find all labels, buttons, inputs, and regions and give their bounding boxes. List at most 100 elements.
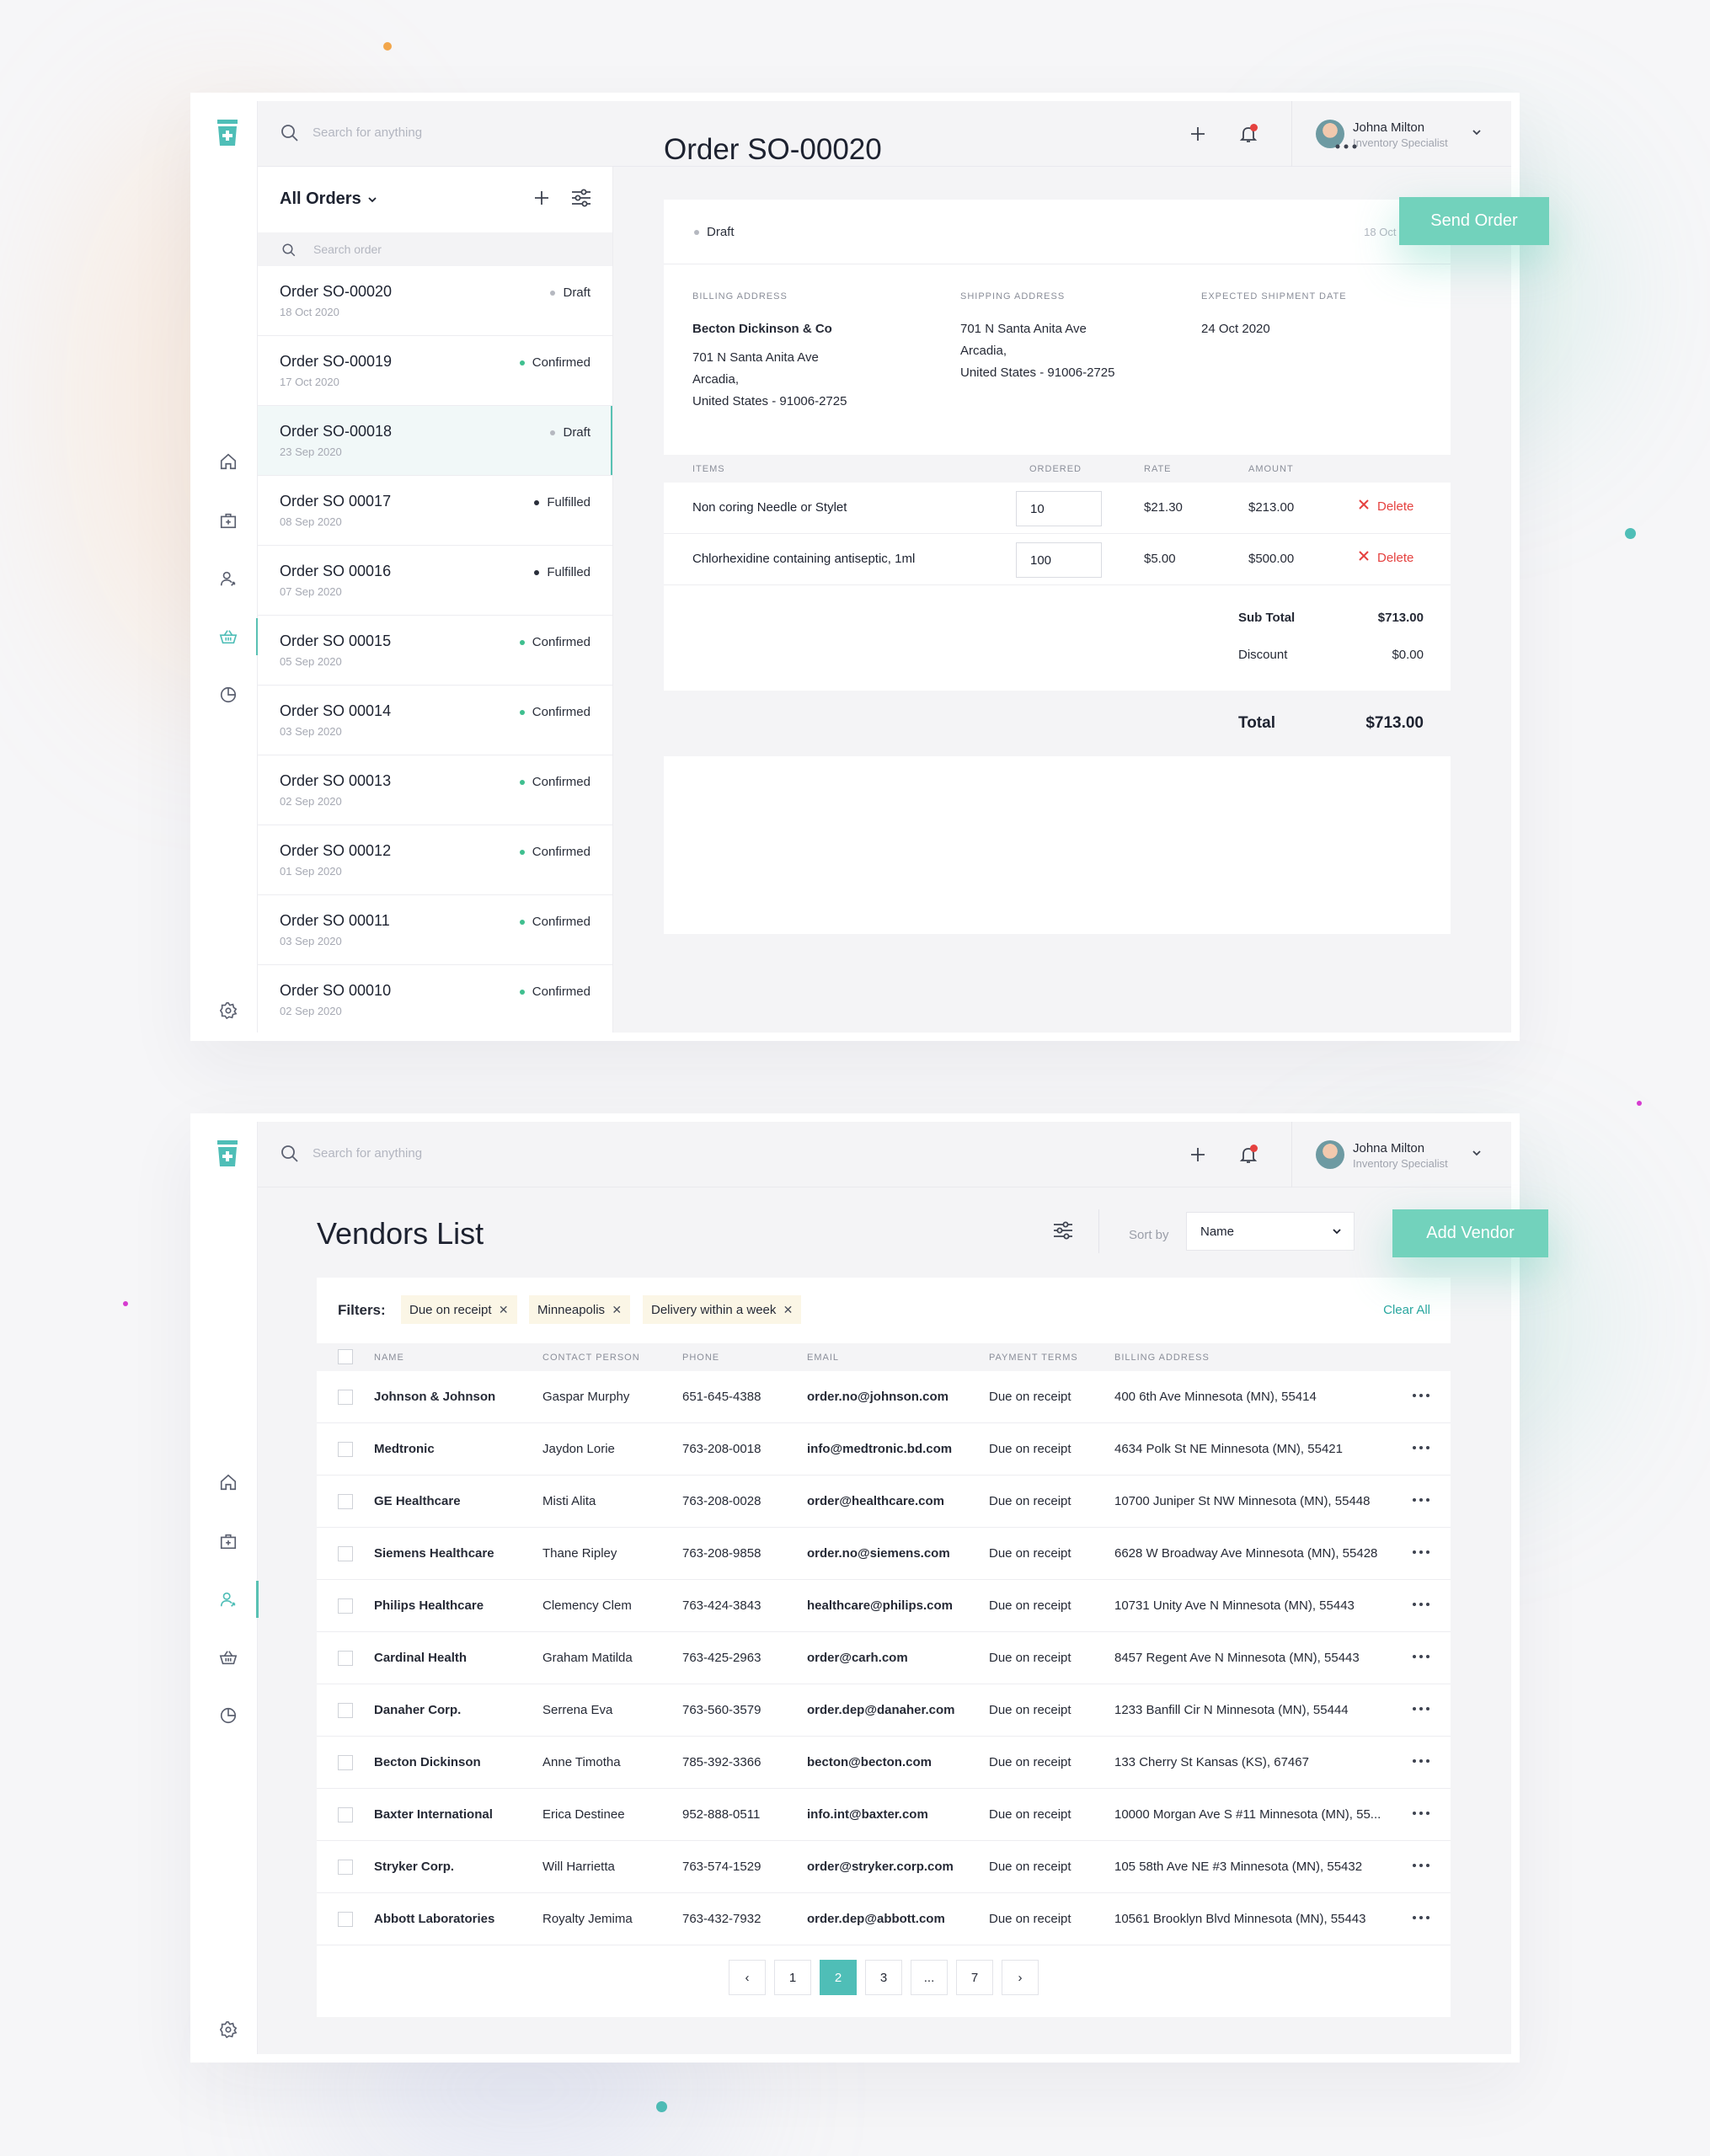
nav-home[interactable] bbox=[199, 1459, 258, 1506]
nav-vendors[interactable] bbox=[199, 555, 258, 602]
filter-sliders-icon[interactable] bbox=[1052, 1220, 1074, 1241]
avatar[interactable] bbox=[1316, 1140, 1344, 1169]
more-options-button[interactable] bbox=[1412, 1596, 1430, 1610]
sort-select[interactable]: Name bbox=[1186, 1212, 1355, 1251]
chevron-down-icon[interactable] bbox=[1471, 126, 1483, 138]
more-options-button[interactable] bbox=[1412, 1492, 1430, 1506]
page-button[interactable]: 1 bbox=[774, 1960, 811, 1995]
nav-vendors[interactable] bbox=[199, 1576, 259, 1623]
more-options-button[interactable] bbox=[1329, 130, 1363, 163]
row-checkbox[interactable] bbox=[338, 1494, 353, 1509]
add-order-icon[interactable] bbox=[532, 188, 552, 208]
more-options-button[interactable] bbox=[1412, 1439, 1430, 1454]
row-checkbox[interactable] bbox=[338, 1598, 353, 1614]
list-item[interactable]: Order SO 00010 02 Sep 2020 Confirmed bbox=[258, 965, 612, 1033]
global-search-input[interactable]: Search for anything bbox=[313, 125, 422, 140]
list-item[interactable]: Order SO-00018 23 Sep 2020 Draft bbox=[258, 406, 612, 476]
table-row[interactable]: Abbott Laboratories Royalty Jemima 763-432… bbox=[317, 1893, 1451, 1945]
list-item[interactable]: Order SO 00011 03 Sep 2020 Confirmed bbox=[258, 895, 612, 965]
nav-reports[interactable] bbox=[199, 671, 258, 718]
chevron-down-icon[interactable] bbox=[367, 195, 377, 205]
list-item[interactable]: Order SO-00019 17 Oct 2020 Confirmed bbox=[258, 336, 612, 406]
row-checkbox[interactable] bbox=[338, 1807, 353, 1822]
filter-sliders-icon[interactable] bbox=[570, 188, 592, 208]
plus-icon bbox=[1191, 127, 1205, 141]
list-item[interactable]: Order SO 00015 05 Sep 2020 Confirmed bbox=[258, 616, 612, 686]
select-all-checkbox[interactable] bbox=[338, 1349, 353, 1364]
list-item[interactable]: Order SO 00013 02 Sep 2020 Confirmed bbox=[258, 755, 612, 825]
filter-chip[interactable]: Minneapolis ✕ bbox=[529, 1295, 631, 1324]
add-vendor-button[interactable]: Add Vendor bbox=[1392, 1209, 1548, 1257]
row-checkbox[interactable] bbox=[338, 1755, 353, 1770]
close-icon[interactable]: ✕ bbox=[499, 1303, 509, 1317]
list-item[interactable]: Order SO 00012 01 Sep 2020 Confirmed bbox=[258, 825, 612, 895]
notifications-button[interactable] bbox=[1234, 120, 1263, 148]
nav-home[interactable] bbox=[199, 438, 258, 485]
more-options-button[interactable] bbox=[1412, 1387, 1430, 1401]
row-checkbox[interactable] bbox=[338, 1442, 353, 1457]
nav-inventory[interactable] bbox=[199, 1518, 258, 1565]
nav-settings[interactable] bbox=[199, 987, 258, 1034]
row-checkbox[interactable] bbox=[338, 1651, 353, 1666]
send-order-button[interactable]: Send Order bbox=[1399, 197, 1549, 245]
page-button[interactable]: 3 bbox=[865, 1960, 902, 1995]
row-checkbox[interactable] bbox=[338, 1912, 353, 1927]
clear-all-link[interactable]: Clear All bbox=[1383, 1303, 1430, 1317]
order-status: Confirmed bbox=[532, 705, 590, 719]
nav-reports[interactable] bbox=[199, 1692, 258, 1739]
create-button[interactable] bbox=[1184, 1140, 1212, 1169]
table-row[interactable]: Medtronic Jaydon Lorie 763-208-0018 info@me… bbox=[317, 1423, 1451, 1476]
more-options-button[interactable] bbox=[1412, 1909, 1430, 1924]
create-button[interactable] bbox=[1184, 120, 1212, 148]
table-row[interactable]: Baxter International Erica Destinee 952-88… bbox=[317, 1789, 1451, 1841]
app-logo[interactable] bbox=[216, 1140, 239, 1171]
row-checkbox[interactable] bbox=[338, 1546, 353, 1561]
orders-filter-dropdown[interactable]: All Orders bbox=[280, 189, 361, 209]
more-options-button[interactable] bbox=[1412, 1700, 1430, 1715]
next-page-button[interactable]: › bbox=[1002, 1960, 1039, 1995]
list-item[interactable]: Order SO 00016 07 Sep 2020 Fulfilled bbox=[258, 546, 612, 616]
prev-page-button[interactable]: ‹ bbox=[729, 1960, 766, 1995]
list-item[interactable]: Order SO 00014 03 Sep 2020 Confirmed bbox=[258, 686, 612, 755]
filter-chip[interactable]: Delivery within a week ✕ bbox=[643, 1295, 802, 1324]
quantity-input[interactable]: 10 bbox=[1016, 491, 1102, 526]
delete-item-button[interactable]: Delete bbox=[1358, 499, 1413, 514]
more-options-button[interactable] bbox=[1412, 1544, 1430, 1558]
table-row[interactable]: Stryker Corp. Will Harrietta 763-574-1529 o… bbox=[317, 1841, 1451, 1893]
table-row[interactable]: Johnson & Johnson Gaspar Murphy 651-645-43… bbox=[317, 1371, 1451, 1423]
more-options-button[interactable] bbox=[1412, 1753, 1430, 1767]
filter-chip[interactable]: Due on receipt ✕ bbox=[401, 1295, 517, 1324]
list-item[interactable]: Order SO 00017 08 Sep 2020 Fulfilled bbox=[258, 476, 612, 546]
nav-inventory[interactable] bbox=[199, 497, 258, 544]
row-checkbox[interactable] bbox=[338, 1703, 353, 1718]
table-row[interactable]: Danaher Corp. Serrena Eva 763-560-3579 orde… bbox=[317, 1684, 1451, 1737]
quantity-input[interactable]: 100 bbox=[1016, 542, 1102, 578]
more-options-button[interactable] bbox=[1412, 1857, 1430, 1871]
more-options-button[interactable] bbox=[1412, 1648, 1430, 1662]
row-checkbox[interactable] bbox=[338, 1390, 353, 1405]
notifications-button[interactable] bbox=[1234, 1140, 1263, 1169]
table-row[interactable]: GE Healthcare Misti Alita 763-208-0028 orde… bbox=[317, 1476, 1451, 1528]
global-search-input[interactable]: Search for anything bbox=[313, 1146, 422, 1161]
table-row[interactable]: Becton Dickinson Anne Timotha 785-392-3366… bbox=[317, 1737, 1451, 1789]
payment-terms: Due on receipt bbox=[989, 1651, 1071, 1665]
table-row[interactable]: Cardinal Health Graham Matilda 763-425-296… bbox=[317, 1632, 1451, 1684]
close-icon[interactable]: ✕ bbox=[612, 1303, 622, 1317]
page-button[interactable]: 7 bbox=[956, 1960, 993, 1995]
nav-orders[interactable] bbox=[199, 1634, 258, 1681]
nav-orders[interactable] bbox=[199, 613, 259, 660]
row-checkbox[interactable] bbox=[338, 1860, 353, 1875]
chevron-down-icon[interactable] bbox=[1471, 1147, 1483, 1159]
order-search-field[interactable]: Search order bbox=[258, 232, 612, 266]
table-row[interactable]: Philips Healthcare Clemency Clem 763-424-3… bbox=[317, 1580, 1451, 1632]
list-item[interactable]: Order SO-00020 18 Oct 2020 Draft bbox=[258, 266, 612, 336]
page-button[interactable]: 2 bbox=[820, 1960, 857, 1995]
contact-person: Misti Alita bbox=[542, 1494, 596, 1508]
nav-settings[interactable] bbox=[199, 2006, 258, 2053]
table-row[interactable]: Siemens Healthcare Thane Ripley 763-208-98… bbox=[317, 1528, 1451, 1580]
more-options-button[interactable] bbox=[1412, 1805, 1430, 1819]
close-icon[interactable]: ✕ bbox=[783, 1303, 794, 1317]
app-logo[interactable] bbox=[216, 120, 239, 151]
page-button[interactable]: ... bbox=[911, 1960, 948, 1995]
delete-item-button[interactable]: Delete bbox=[1358, 550, 1413, 565]
